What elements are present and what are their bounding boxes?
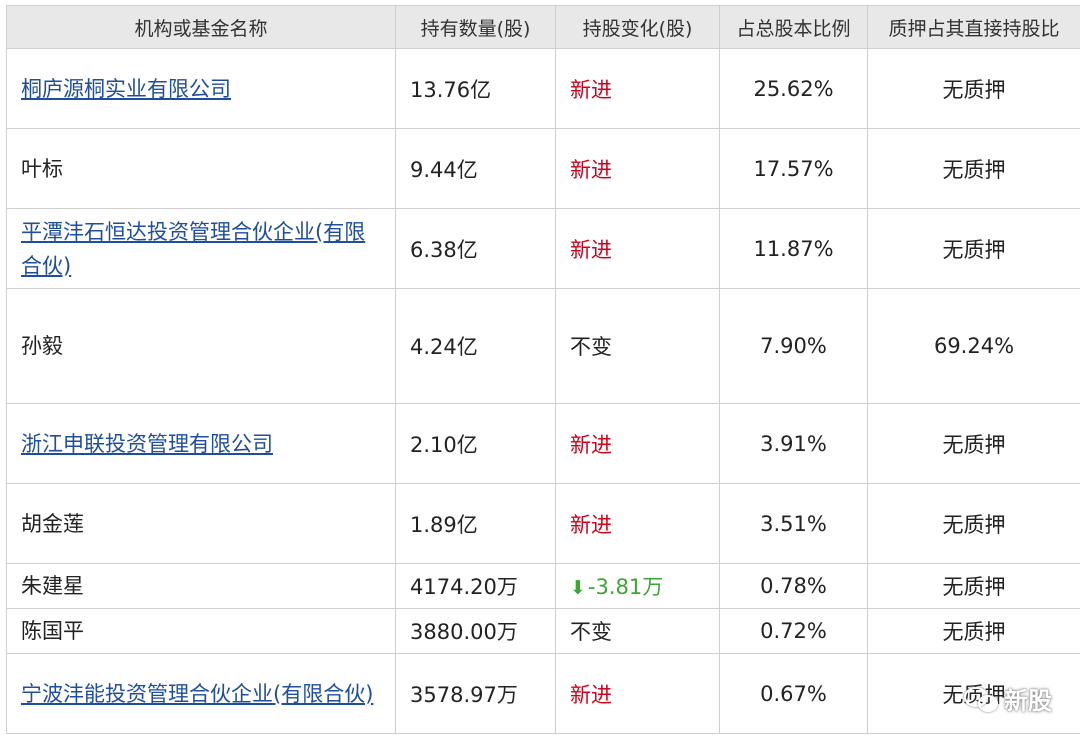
col-header-name: 机构或基金名称 bbox=[6, 5, 396, 49]
holding-change: 新进 bbox=[570, 157, 612, 182]
holder-name-cell: 桐庐源桐实业有限公司 bbox=[6, 48, 396, 129]
share-ratio: 0.67% bbox=[719, 653, 868, 734]
pledge-status: 无质押 bbox=[867, 128, 1080, 209]
holder-name-cell: 孙毅 bbox=[6, 288, 396, 404]
holder-name-cell: 宁波沣能投资管理合伙企业(有限合伙) bbox=[6, 653, 396, 734]
holding-change-cell: 新进 bbox=[555, 128, 720, 209]
holding-quantity: 1.89亿 bbox=[395, 483, 556, 564]
holding-quantity: 2.10亿 bbox=[395, 403, 556, 484]
holder-name-cell: 胡金莲 bbox=[6, 483, 396, 564]
table-header-row: 机构或基金名称 持有数量(股) 持股变化(股) 占总股本比例 质押占其直接持股比 bbox=[6, 5, 1080, 49]
pledge-status: 69.24% bbox=[867, 288, 1080, 404]
holding-change: -3.81万 bbox=[587, 575, 664, 599]
share-ratio: 3.91% bbox=[719, 403, 868, 484]
holder-name-cell: 平潭沣石恒达投资管理合伙企业(有限合伙) bbox=[6, 208, 396, 289]
holder-name: 朱建星 bbox=[21, 574, 84, 598]
holding-change-cell: 新进 bbox=[555, 403, 720, 484]
table-row: 胡金莲 1.89亿 新进 3.51% 无质押 bbox=[6, 483, 1080, 564]
table-row: 陈国平 3880.00万 不变 0.72% 无质押 bbox=[6, 608, 1080, 654]
holder-name-link[interactable]: 浙江申联投资管理有限公司 bbox=[21, 432, 273, 456]
table-row: 浙江申联投资管理有限公司 2.10亿 新进 3.91% 无质押 bbox=[6, 403, 1080, 484]
holding-change-cell: 新进 bbox=[555, 208, 720, 289]
holding-change: 新进 bbox=[570, 77, 612, 102]
share-ratio: 25.62% bbox=[719, 48, 868, 129]
holding-quantity: 3880.00万 bbox=[395, 608, 556, 654]
table-row: 平潭沣石恒达投资管理合伙企业(有限合伙) 6.38亿 新进 11.87% 无质押 bbox=[6, 208, 1080, 289]
share-ratio: 0.72% bbox=[719, 608, 868, 654]
share-ratio: 0.78% bbox=[719, 563, 868, 609]
holding-change: 不变 bbox=[570, 335, 612, 359]
holder-name-cell: 叶标 bbox=[6, 128, 396, 209]
col-header-ratio: 占总股本比例 bbox=[719, 5, 868, 49]
holding-quantity: 6.38亿 bbox=[395, 208, 556, 289]
holding-quantity: 3578.97万 bbox=[395, 653, 556, 734]
table-row: 宁波沣能投资管理合伙企业(有限合伙) 3578.97万 新进 0.67% 无质押 bbox=[6, 653, 1080, 734]
holding-quantity: 4.24亿 bbox=[395, 288, 556, 404]
holding-change: 不变 bbox=[570, 620, 612, 644]
table-body: 桐庐源桐实业有限公司 13.76亿 新进 25.62% 无质押 叶标 9.44亿 新进 17.5… bbox=[6, 48, 1080, 734]
table-row: 朱建星 4174.20万 ⬇-3.81万 0.78% 无质押 bbox=[6, 563, 1080, 609]
holder-name-link[interactable]: 桐庐源桐实业有限公司 bbox=[21, 77, 231, 101]
pledge-status: 无质押 bbox=[867, 48, 1080, 129]
pledge-status: 无质押 bbox=[867, 483, 1080, 564]
down-arrow-icon: ⬇ bbox=[570, 577, 586, 599]
holding-change: 新进 bbox=[570, 237, 612, 262]
holding-change-cell: 不变 bbox=[555, 608, 720, 654]
col-header-pledge: 质押占其直接持股比 bbox=[867, 5, 1080, 49]
holding-change-cell: ⬇-3.81万 bbox=[555, 563, 720, 609]
holding-quantity: 4174.20万 bbox=[395, 563, 556, 609]
holding-change: 新进 bbox=[570, 512, 612, 537]
holding-change-cell: 新进 bbox=[555, 483, 720, 564]
share-ratio: 7.90% bbox=[719, 288, 868, 404]
table-row: 孙毅 4.24亿 不变 7.90% 69.24% bbox=[6, 288, 1080, 404]
pledge-status: 无质押 bbox=[867, 563, 1080, 609]
holder-name-cell: 朱建星 bbox=[6, 563, 396, 609]
share-ratio: 17.57% bbox=[719, 128, 868, 209]
holder-name-link[interactable]: 宁波沣能投资管理合伙企业(有限合伙) bbox=[21, 682, 373, 706]
share-ratio: 3.51% bbox=[719, 483, 868, 564]
holder-name-cell: 浙江申联投资管理有限公司 bbox=[6, 403, 396, 484]
holding-change-cell: 新进 bbox=[555, 653, 720, 734]
table-row: 桐庐源桐实业有限公司 13.76亿 新进 25.62% 无质押 bbox=[6, 48, 1080, 129]
holding-change-cell: 不变 bbox=[555, 288, 720, 404]
holding-change: 新进 bbox=[570, 682, 612, 707]
table-row: 叶标 9.44亿 新进 17.57% 无质押 bbox=[6, 128, 1080, 209]
holding-quantity: 9.44亿 bbox=[395, 128, 556, 209]
share-ratio: 11.87% bbox=[719, 208, 868, 289]
wechat-logo-icon bbox=[964, 685, 998, 713]
holder-name: 陈国平 bbox=[21, 619, 84, 643]
pledge-status: 无质押 bbox=[867, 403, 1080, 484]
holder-name: 叶标 bbox=[21, 156, 63, 181]
holder-name-cell: 陈国平 bbox=[6, 608, 396, 654]
holder-name: 孙毅 bbox=[21, 334, 63, 358]
col-header-quantity: 持有数量(股) bbox=[395, 5, 556, 49]
watermark-text: 新股 bbox=[1004, 687, 1052, 715]
shareholders-table: 机构或基金名称 持有数量(股) 持股变化(股) 占总股本比例 质押占其直接持股比… bbox=[6, 5, 1080, 734]
watermark: 新股 bbox=[964, 681, 1052, 716]
holder-name: 胡金莲 bbox=[21, 511, 84, 536]
holding-change: 新进 bbox=[570, 432, 612, 457]
pledge-status: 无质押 bbox=[867, 608, 1080, 654]
pledge-status: 无质押 bbox=[867, 208, 1080, 289]
col-header-change: 持股变化(股) bbox=[555, 5, 720, 49]
holder-name-link[interactable]: 平潭沣石恒达投资管理合伙企业(有限合伙) bbox=[21, 220, 365, 278]
holding-quantity: 13.76亿 bbox=[395, 48, 556, 129]
holding-change-cell: 新进 bbox=[555, 48, 720, 129]
